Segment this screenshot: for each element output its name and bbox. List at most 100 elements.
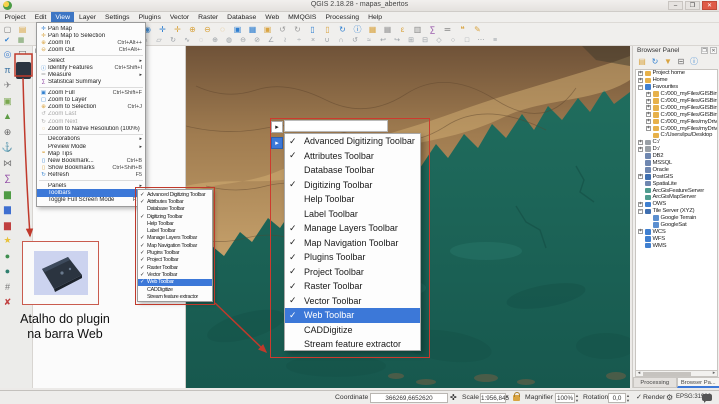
expand-icon[interactable]: +: [638, 140, 643, 145]
options-icon[interactable]: ≡: [488, 35, 502, 46]
chart-red-icon[interactable]: ▆: [1, 219, 14, 231]
chart-blue-icon[interactable]: ▆: [1, 203, 14, 215]
tree-item-arcgismapserver[interactable]: ArcGisMapServer: [636, 194, 717, 201]
close-button[interactable]: ✕: [702, 1, 717, 10]
properties-widget-icon[interactable]: ⓘ: [689, 57, 699, 67]
menu-processing[interactable]: Processing: [321, 12, 364, 23]
zoom-last-icon[interactable]: ↺: [275, 24, 290, 35]
tree-item-arcgisfeatureserver[interactable]: ArcGisFeatureServer: [636, 187, 717, 194]
rotate-symbols-icon[interactable]: ↺: [348, 35, 362, 46]
ellipsis-icon[interactable]: ⋯: [474, 35, 488, 46]
save-edits-icon[interactable]: ▱: [152, 35, 166, 46]
tree-item-c[interactable]: +C:/: [636, 139, 717, 146]
expand-icon[interactable]: +: [638, 202, 643, 207]
menu-edit[interactable]: Edit: [30, 12, 51, 23]
star-icon[interactable]: ★: [1, 234, 14, 246]
collapse-icon[interactable]: ⊟: [418, 35, 432, 46]
view-menu-item-preview-mode[interactable]: Preview Mode▸: [37, 143, 145, 150]
reshape-icon[interactable]: ∠: [264, 35, 278, 46]
lock-scale-icon[interactable]: [513, 395, 520, 401]
tab-browser-panel[interactable]: Browser Pa...: [677, 377, 719, 388]
rotation-down-icon[interactable]: ▼: [626, 398, 630, 403]
tree-item-wfs[interactable]: WFS: [636, 235, 717, 242]
refresh-icon[interactable]: ↻: [650, 57, 660, 67]
close-panel-icon[interactable]: ✕: [710, 47, 717, 54]
expand-icon[interactable]: +: [638, 147, 643, 152]
annotation-icon[interactable]: ✎: [470, 24, 485, 35]
georeferencer-icon[interactable]: ✈: [1, 79, 14, 91]
toolbar-toggle-caddigitize[interactable]: CADDigitize: [138, 286, 212, 293]
attribute-table-icon[interactable]: ▥: [410, 24, 425, 35]
zoom-to-selection-icon[interactable]: ▣: [260, 24, 275, 35]
tree-item-c-000-myfiles-gisbin-mygt[interactable]: +C:/000_myFiles/GISBin/myGt: [636, 104, 717, 111]
toolbar-toggle-help-toolbar[interactable]: Help Toolbar: [285, 192, 420, 207]
view-menu-item-map-tips[interactable]: ❝Map Tips: [37, 150, 145, 157]
view-menu-item-pan-map-to-selection[interactable]: ✛Pan Map to Selection: [37, 32, 145, 39]
toolbar-toggle-help-toolbar[interactable]: Help Toolbar: [138, 220, 212, 227]
chart-green-icon[interactable]: ▆: [1, 188, 14, 200]
tree-item-c-000-myfiles-mydrive-cute[interactable]: +C:/000_myFiles/myDrive/Cute: [636, 125, 717, 132]
view-menu-item-zoom-full[interactable]: ▣Zoom FullCtrl+Shift+F: [37, 89, 145, 96]
undo-icon[interactable]: ↩: [376, 35, 390, 46]
scale-combo[interactable]: 1:956,845: [480, 393, 506, 403]
split-parts-icon[interactable]: ×: [306, 35, 320, 46]
tree-item-postgis[interactable]: +PostGIS: [636, 173, 717, 180]
topology-icon[interactable]: ⋈: [1, 157, 14, 169]
tree-item-wcs[interactable]: +WCS: [636, 228, 717, 235]
zoom-next-icon[interactable]: ↻: [290, 24, 305, 35]
redo-icon[interactable]: ↪: [390, 35, 404, 46]
menu-plugins[interactable]: Plugins: [134, 12, 165, 23]
view-menu-item-zoom-last[interactable]: ↺Zoom Last: [37, 111, 145, 118]
view-menu-item-statistical-summary[interactable]: ∑Statistical Summary: [37, 79, 145, 86]
toolbar-toggle-web-toolbar[interactable]: ✓Web Toolbar: [285, 308, 420, 323]
menu-settings[interactable]: Settings: [101, 12, 135, 23]
toolbar-toggle-digitizing-toolbar[interactable]: ✓Digitizing Toolbar: [138, 213, 212, 220]
expand-icon[interactable]: +: [638, 71, 643, 76]
menu-help[interactable]: Help: [364, 12, 387, 23]
grid-icon[interactable]: #: [1, 281, 14, 293]
new-bookmark-icon[interactable]: ▯: [305, 24, 320, 35]
expand-icon[interactable]: +: [646, 105, 651, 110]
tree-item-c-000-myfiles-gisbin-proma[interactable]: +C:/000_myFiles/GISBin/proma: [636, 111, 717, 118]
plugin-shortcut-button[interactable]: [16, 62, 31, 79]
toolbar-toggle-map-navigation-toolbar[interactable]: ✓Map Navigation Toolbar: [138, 242, 212, 249]
anchor-icon[interactable]: ⚓: [1, 141, 14, 153]
scale-dropdown-icon[interactable]: ▾: [506, 393, 509, 402]
menu-web[interactable]: Web: [261, 12, 284, 23]
toolbar-toggle-vector-toolbar[interactable]: ✓Vector Toolbar: [285, 294, 420, 309]
view-menu-item-zoom-in[interactable]: ⊕Zoom InCtrl+Alt++: [37, 39, 145, 46]
toolbar-toggle-label-toolbar[interactable]: Label Toolbar: [138, 227, 212, 234]
deselect-icon[interactable]: ▦: [380, 24, 395, 35]
mouse-tracking-icon[interactable]: ✜: [450, 393, 457, 402]
expand-icon[interactable]: +: [638, 174, 643, 179]
toolbar-toggle-stream-feature-extractor[interactable]: Stream feature extractor: [138, 293, 212, 300]
toolbar-toggle-vector-toolbar[interactable]: ✓Vector Toolbar: [138, 271, 212, 278]
toolbar-toggle-attributes-toolbar[interactable]: ✓Attributes Toolbar: [285, 149, 420, 164]
toolbar-toggle-advanced-digitizing-toolbar[interactable]: ✓Advanced Digitizing Toolbar: [285, 134, 420, 149]
toolbar-toggle-project-toolbar[interactable]: ✓Project Toolbar: [285, 265, 420, 280]
tree-item-spatialite[interactable]: SpatiaLite: [636, 180, 717, 187]
tree-item-googlesat[interactable]: GoogleSat: [636, 222, 717, 229]
toolbar-toggle-web-toolbar[interactable]: ✓Web Toolbar: [138, 279, 212, 286]
sigma-icon[interactable]: ∑: [1, 172, 14, 184]
tree-item-tile-server-xyz[interactable]: −Tile Server (XYZ): [636, 208, 717, 215]
globe-teal-icon[interactable]: ●: [1, 265, 14, 277]
zoom-in-icon[interactable]: ⊕: [185, 24, 200, 35]
maximize-button[interactable]: ❐: [685, 1, 700, 10]
coordinate-input[interactable]: 366269,6652620: [370, 393, 448, 403]
terrain-icon[interactable]: ▲: [1, 110, 14, 122]
gps-icon[interactable]: ◎: [1, 48, 14, 60]
expand-icon[interactable]: +: [638, 229, 643, 234]
fill-ring-icon[interactable]: ◍: [222, 35, 236, 46]
tree-item-home[interactable]: +Home: [636, 77, 717, 84]
tree-item-c-000-myfiles-gisbin-mygd[interactable]: +C:/000_myFiles/GISBin/myGD: [636, 98, 717, 105]
view-menu-item-decorations[interactable]: Decorations▸: [37, 136, 145, 143]
menu-mmqgis[interactable]: MMQGIS: [284, 12, 321, 23]
view-menu-item-zoom-next[interactable]: ↻Zoom Next: [37, 118, 145, 125]
scroll-right-icon[interactable]: ▸: [711, 371, 717, 376]
menu-layer[interactable]: Layer: [74, 12, 100, 23]
collapse-icon[interactable]: −: [638, 85, 643, 90]
browser-horizontal-scrollbar[interactable]: ◂ ▸: [635, 370, 718, 377]
toolbar-toggle-raster-toolbar[interactable]: ✓Raster Toolbar: [285, 279, 420, 294]
tree-item-c-000-myfiles-gisbin-gdal[interactable]: +C:/000_myFiles/GISBin/GDAL: [636, 91, 717, 98]
